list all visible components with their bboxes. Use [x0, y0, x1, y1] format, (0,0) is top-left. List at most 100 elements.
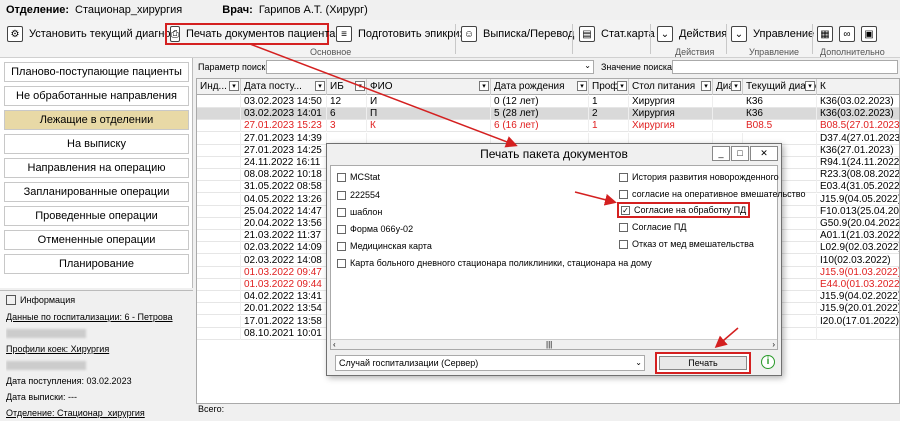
close-icon[interactable]: ✕ [750, 146, 778, 161]
set-diagnosis-button[interactable]: ⚙ Установить текущий диагноз [4, 23, 178, 45]
table-row[interactable]: 03.02.2023 14:01 6 П 5 (28 лет) 2 Хирургия К36… [197, 108, 899, 121]
maximize-icon[interactable]: □ [731, 146, 749, 161]
hosp-data-link[interactable]: Данные по госпитализации: 6 - Петрова [6, 309, 187, 325]
filter-icon[interactable]: ▾ [315, 81, 325, 91]
search-param-select[interactable]: ⌄ [266, 60, 594, 74]
doctor-value: Гарипов А.Т. (Хирург) [258, 4, 368, 16]
filter-icon[interactable]: ▾ [805, 81, 815, 91]
table-cell: 0 (12 лет) [491, 96, 589, 108]
column-header[interactable]: К [817, 79, 899, 95]
checkbox-icon [337, 207, 346, 217]
actions-dropdown[interactable]: ⌄ Действия [654, 23, 730, 45]
nav-surgery-referrals[interactable]: Направления на операцию [4, 158, 189, 178]
doc-checkbox[interactable]: 222554 [337, 190, 380, 200]
table-cell: 01.03.2022 09:44 [241, 279, 327, 291]
prepare-epicrisis-button[interactable]: ≡ Подготовить эпикриз [333, 23, 468, 45]
group-control-label: Управление [749, 47, 800, 57]
chevron-down-icon: ⌄ [731, 26, 747, 42]
filter-icon[interactable]: ▾ [701, 81, 711, 91]
table-cell: G50.9(20.04.2022) [817, 218, 899, 230]
column-header[interactable]: Дата посту... ▾ [241, 79, 327, 95]
checkbox-icon [337, 224, 346, 234]
doc-checkbox[interactable]: согласие на оперативное вмешательство [619, 189, 805, 199]
discharge-button[interactable]: ☺ Выписка/Перевод [458, 23, 577, 45]
checkbox-icon [337, 190, 346, 200]
doc-checkbox[interactable]: шаблон [337, 207, 382, 217]
table-cell: E44.0(01.03.2022) [817, 279, 899, 291]
nav-discharge[interactable]: На выписку [4, 134, 189, 154]
bed-profile-link[interactable]: Профили коек: Хирургия [6, 341, 187, 357]
nav-performed-surgeries[interactable]: Проведенные операции [4, 206, 189, 226]
stat-card-button[interactable]: ▤ Стат.карта [576, 23, 658, 45]
table-cell: 21.03.2022 11:37 [241, 230, 327, 243]
nav-scheduled-surgeries[interactable]: Запланированные операции [4, 182, 189, 202]
toolbar-divider [726, 24, 727, 54]
department-link[interactable]: Отделение: Стационар_хирургия [6, 405, 187, 421]
column-header[interactable]: ФИО ▾ [367, 79, 491, 95]
doc-label: Отказ от мед вмешательства [632, 239, 754, 249]
case-select[interactable]: Случай госпитализации (Сервер) ⌄ [335, 355, 645, 371]
scroll-left-icon[interactable]: ‹ [333, 340, 336, 349]
consent-pd-checkbox[interactable]: ✓ Согласие на обработку ПД [617, 202, 751, 218]
nav-planned-patients[interactable]: Планово-поступающие пациенты [4, 62, 189, 82]
settings-icon: ⚙ [7, 26, 23, 42]
doc-checkbox[interactable]: Согласие ПД [619, 222, 686, 232]
table-cell [197, 315, 241, 328]
calendar-icon[interactable]: ▦ [817, 26, 833, 42]
table-row[interactable]: 03.02.2023 14:50 12 И 0 (12 лет) 1 Хирургия К3… [197, 96, 899, 108]
column-header[interactable]: Инд... ▾ [197, 79, 241, 95]
minimize-icon[interactable]: _ [712, 146, 730, 161]
toolbar: ⚙ Установить текущий диагноз ⎙ Печать доку… [0, 20, 900, 58]
info-icon[interactable]: i [761, 355, 775, 369]
column-header[interactable]: ИБ ▾ [327, 79, 367, 95]
column-header[interactable]: Стол питания ▾ [629, 79, 713, 95]
nav-cancelled-surgeries[interactable]: Отмененные операции [4, 230, 189, 250]
filter-icon[interactable]: ▾ [229, 81, 239, 91]
doc-checkbox[interactable]: Медицинская карта [337, 241, 432, 251]
search-value-input[interactable] [672, 60, 898, 74]
horizontal-scrollbar[interactable]: ‹ ||| › [331, 339, 777, 349]
checkbox-icon [619, 189, 628, 199]
doc-checkbox[interactable]: Отказ от мед вмешательства [619, 239, 754, 249]
table-cell: J15.9(01.03.2022) [817, 267, 899, 279]
table-cell [197, 157, 241, 169]
binoculars-icon[interactable]: ∞ [839, 26, 855, 42]
documents-list: MCStat 222554 шаблон Форма 066у-02 Медиц… [330, 165, 805, 350]
discharge-label: Выписка/Перевод [483, 28, 575, 40]
column-header[interactable]: Дата рождения ▾ [491, 79, 589, 95]
table-cell: E03.4(31.05.2022) [817, 181, 899, 193]
table-cell: 2 [589, 108, 629, 121]
badge-icon[interactable]: ▣ [861, 26, 877, 42]
column-header[interactable]: Диаг... ▾ [713, 79, 743, 95]
filter-icon[interactable]: ▾ [355, 81, 365, 91]
scroll-grip[interactable]: ||| [546, 340, 552, 349]
column-header[interactable]: Текущий диагноз▾ [743, 79, 817, 95]
scroll-right-icon[interactable]: › [772, 340, 775, 349]
filter-icon[interactable]: ▾ [577, 81, 587, 91]
table-cell: 03.02.2023 14:01 [241, 108, 327, 121]
filter-icon[interactable]: ▾ [731, 81, 741, 91]
column-header[interactable]: Проф... ▾ [589, 79, 629, 95]
doc-checkbox[interactable]: Форма 066у-02 [337, 224, 413, 234]
nav-planning[interactable]: Планирование [4, 254, 189, 274]
print-documents-label: Печать документов пациента [186, 28, 336, 40]
filter-icon[interactable]: ▾ [617, 81, 627, 91]
table-cell [197, 327, 241, 340]
print-button[interactable]: Печать [655, 352, 751, 374]
table-cell: D37.4(27.01.2023) [817, 133, 899, 145]
table-cell [197, 254, 241, 267]
table-cell [197, 303, 241, 316]
table-cell: 24.11.2022 16:11 [241, 157, 327, 169]
nav-in-department[interactable]: Лежащие в отделении [4, 110, 189, 130]
print-documents-button[interactable]: ⎙ Печать документов пациента [165, 23, 335, 45]
table-cell: 3 [327, 120, 367, 133]
doc-checkbox[interactable]: История развития новорожденного [619, 172, 779, 182]
nav-unprocessed-referrals[interactable]: Не обработанные направления [4, 86, 189, 106]
doc-checkbox[interactable]: MCStat [337, 172, 380, 182]
control-label: Управление [753, 28, 815, 40]
control-dropdown[interactable]: ⌄ Управление [728, 23, 817, 45]
doc-checkbox[interactable]: Карта больного дневного стационара полик… [337, 258, 652, 268]
filter-icon[interactable]: ▾ [479, 81, 489, 91]
table-row[interactable]: 27.01.2023 15:23 3 К 6 (16 лет) 1 Хирургия В08… [197, 120, 899, 133]
doc-label: Согласие ПД [632, 222, 687, 232]
